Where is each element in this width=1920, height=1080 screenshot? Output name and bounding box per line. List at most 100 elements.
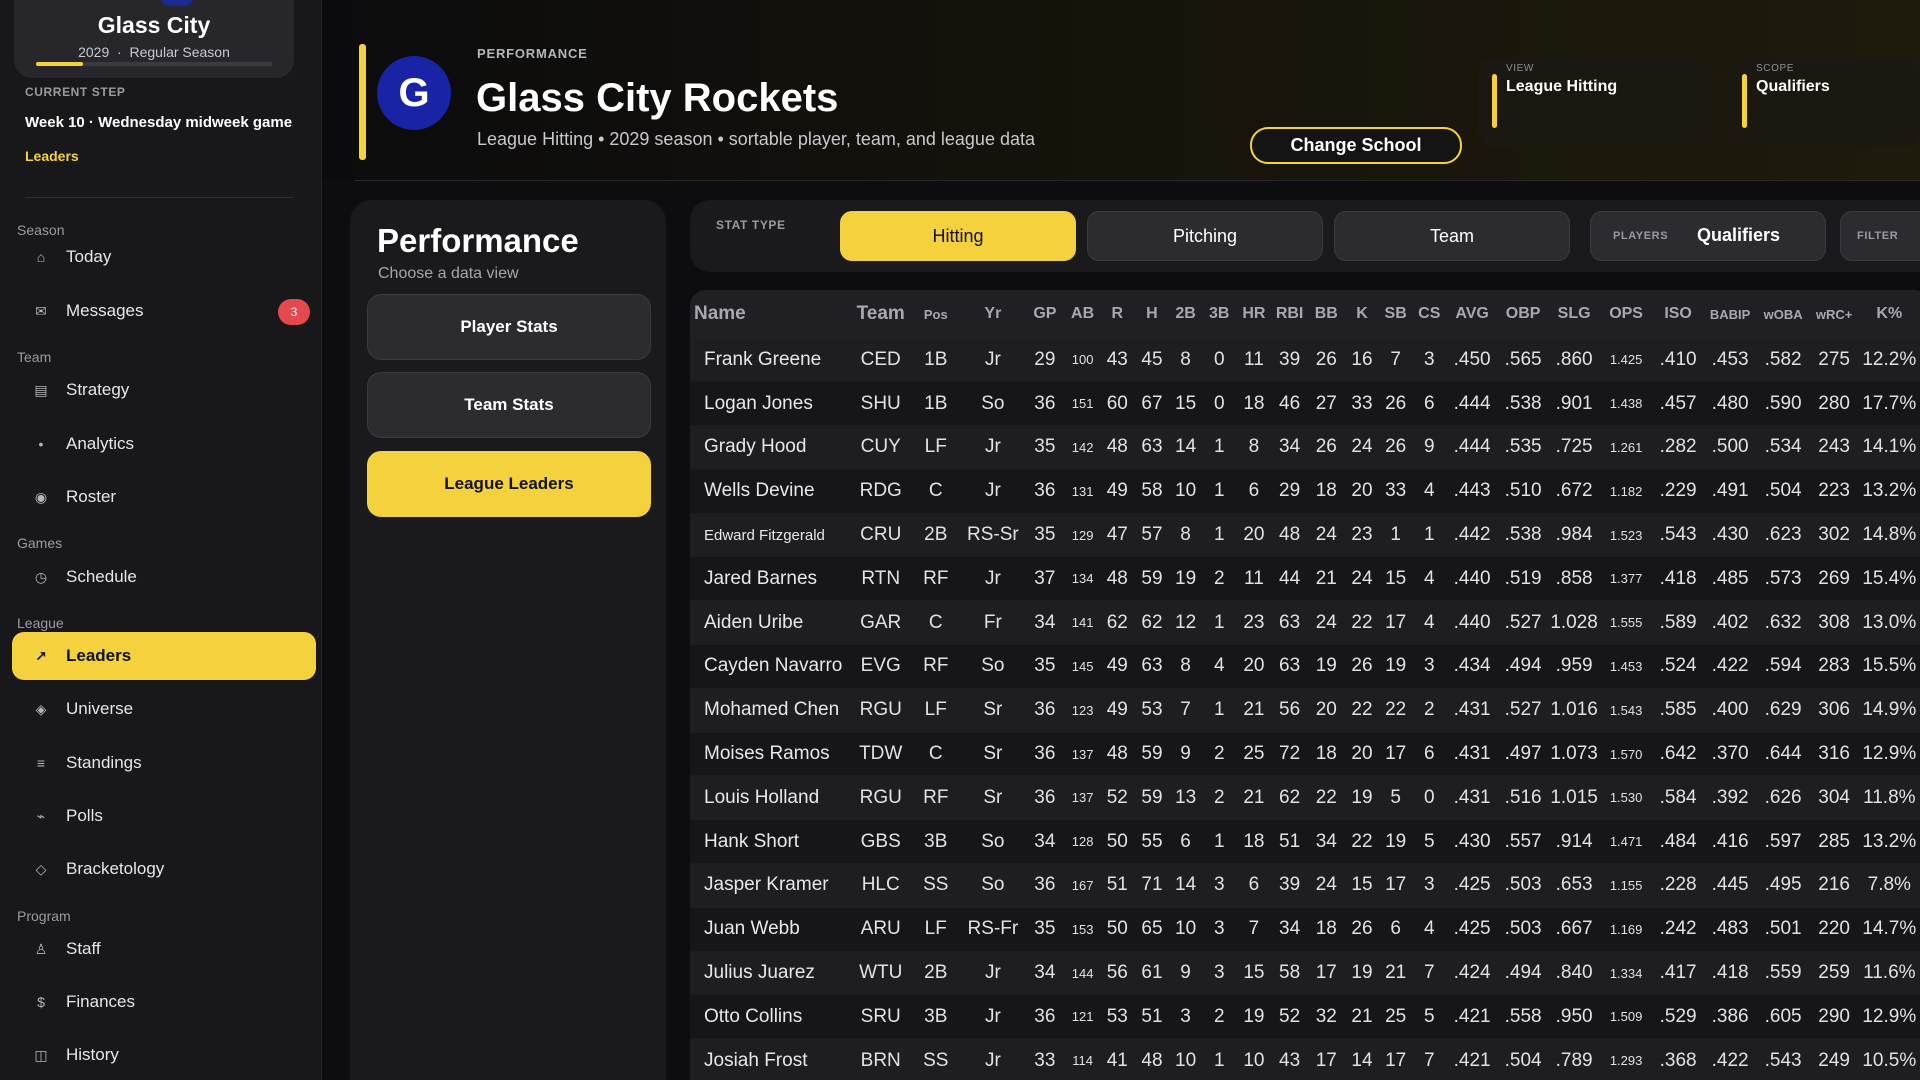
table-row[interactable]: Otto Collins SRU 3B Jr 36 121 53 51 3 2 19 52 32 21 25… <box>690 994 1920 1040</box>
stat-cell-gp: 36 <box>1024 994 1066 1040</box>
player-name-cell[interactable]: Juan Webb <box>690 907 852 952</box>
person-icon: ♙ <box>34 940 48 957</box>
player-name-cell[interactable]: Logan Jones <box>690 381 852 427</box>
column-header-cs[interactable]: CS <box>1411 290 1447 338</box>
column-header-obp[interactable]: OBP <box>1497 290 1549 338</box>
column-header-yr[interactable]: Yr <box>961 290 1025 338</box>
sidebar-item-roster[interactable]: ◉ Roster <box>12 473 316 521</box>
table-row[interactable]: Frank Greene CED 1B Jr 29 100 43 45 8 0 11 39 26 16 7 3… <box>690 338 1920 383</box>
stat-cell-sb: 17 <box>1379 1038 1412 1080</box>
player-name-cell[interactable]: Edward Fitzgerald <box>690 513 852 558</box>
table-row[interactable]: Jared Barnes RTN RF Jr 37 134 48 59 19 2 11 44 21 24 1… <box>690 556 1920 602</box>
league-leaders-button[interactable]: League Leaders <box>367 451 651 517</box>
team-stats-button[interactable]: Team Stats <box>367 372 651 438</box>
player-name-cell[interactable]: Aiden Uribe <box>690 600 852 646</box>
stat-cell-iso: .368 <box>1652 1038 1704 1080</box>
column-header-gp[interactable]: GP <box>1024 290 1066 338</box>
stat-cell-iso: .589 <box>1652 600 1704 646</box>
column-header-k[interactable]: K <box>1344 290 1380 338</box>
player-name-cell[interactable]: Otto Collins <box>690 994 852 1040</box>
stat-cell-pos: 1B <box>910 338 962 383</box>
player-stats-button[interactable]: Player Stats <box>367 294 651 360</box>
table-row[interactable]: Aiden Uribe GAR C Fr 34 141 62 62 12 1 23 63 24 22 17 4… <box>690 600 1920 646</box>
player-name-cell[interactable]: Jasper Kramer <box>690 863 852 908</box>
change-school-button[interactable]: Change School <box>1250 127 1462 164</box>
table-row[interactable]: Juan Webb ARU LF RS-Fr 35 153 50 65 10 3 7 34 18 26 6 4… <box>690 907 1920 952</box>
table-row[interactable]: Edward Fitzgerald CRU 2B RS-Sr 35 129 47 57 8 1 20… <box>690 513 1920 558</box>
column-header-ab[interactable]: AB <box>1065 290 1100 338</box>
sidebar-item-schedule[interactable]: ◷ Schedule <box>12 553 316 601</box>
scope-card[interactable]: SCOPE Qualifiers <box>1728 58 1920 146</box>
player-name-cell[interactable]: Hank Short <box>690 819 852 865</box>
view-card[interactable]: VIEW League Hitting <box>1478 58 1712 146</box>
column-header-ops[interactable]: OPS <box>1599 290 1653 338</box>
stat-cell-r: 48 <box>1099 556 1135 602</box>
player-name-cell[interactable]: Jared Barnes <box>690 556 852 602</box>
player-name-cell[interactable]: Frank Greene <box>690 338 852 383</box>
column-header-avg[interactable]: AVG <box>1446 290 1498 338</box>
table-row[interactable]: Wells Devine RDG C Jr 36 131 49 58 10 1 6 29 18 20 33 4… <box>690 469 1920 514</box>
column-header-hr[interactable]: HR <box>1236 290 1272 338</box>
player-name-cell[interactable]: Grady Hood <box>690 425 852 470</box>
tab-hitting[interactable]: Hitting <box>840 211 1076 261</box>
column-header-name[interactable]: Name <box>690 290 852 338</box>
player-name-cell[interactable]: Louis Holland <box>690 775 852 821</box>
player-name-cell[interactable]: Mohamed Chen <box>690 688 852 733</box>
table-row[interactable]: Logan Jones SHU 1B So 36 151 60 67 15 0 18 46 27 33 26… <box>690 381 1920 427</box>
column-header-k-[interactable]: K% <box>1858 290 1920 338</box>
table-row[interactable]: Josiah Frost BRN SS Jr 33 114 41 48 10 1 10 43 17 14 1… <box>690 1038 1920 1080</box>
page-subtitle: League Hitting • 2029 season • sortable … <box>477 129 1035 149</box>
table-row[interactable]: Jasper Kramer HLC SS So 36 167 51 71 14 3 6 39 24 15 1… <box>690 863 1920 908</box>
sidebar-item-messages[interactable]: ✉ Messages 3 <box>12 287 316 335</box>
column-header-pos[interactable]: Pos <box>910 290 962 338</box>
table-row[interactable]: Grady Hood CUY LF Jr 35 142 48 63 14 1 8 34 26 24 26 9.… <box>690 425 1920 470</box>
players-selector[interactable]: PLAYERS Qualifiers <box>1590 211 1826 261</box>
table-row[interactable]: Mohamed Chen RGU LF Sr 36 123 49 53 7 1 21 56 20 22 22… <box>690 688 1920 733</box>
column-header-babip[interactable]: BABIP <box>1703 290 1757 338</box>
column-header-sb[interactable]: SB <box>1379 290 1412 338</box>
stat-cell-yr: Jr <box>961 556 1025 602</box>
current-step-link[interactable]: Leaders <box>25 148 79 164</box>
player-name-cell[interactable]: Cayden Navarro <box>690 644 852 689</box>
column-header-iso[interactable]: ISO <box>1652 290 1704 338</box>
stat-cell-wrc-: 249 <box>1809 1038 1859 1080</box>
book-icon: ◫ <box>34 1046 48 1063</box>
table-row[interactable]: Moises Ramos TDW C Sr 36 137 48 59 9 2 25 72 18 20 17 6… <box>690 732 1920 777</box>
stat-cell-obp: .503 <box>1497 907 1549 952</box>
player-name-cell[interactable]: Josiah Frost <box>690 1038 852 1080</box>
column-header-2b[interactable]: 2B <box>1169 290 1202 338</box>
sidebar-item-universe[interactable]: ◈ Universe <box>12 685 316 733</box>
column-header-r[interactable]: R <box>1099 290 1135 338</box>
tab-team[interactable]: Team <box>1334 211 1570 261</box>
player-name-cell[interactable]: Julius Juarez <box>690 951 852 996</box>
sidebar-item-staff[interactable]: ♙ Staff <box>12 925 316 973</box>
sidebar-item-today[interactable]: ⌂ Today <box>12 233 316 281</box>
column-header-bb[interactable]: BB <box>1307 290 1345 338</box>
sidebar-item-bracketology[interactable]: ◇ Bracketology <box>12 845 316 893</box>
stat-cell-slg: 1.028 <box>1548 600 1600 646</box>
column-header-wrc-[interactable]: wRC+ <box>1809 290 1859 338</box>
player-name-cell[interactable]: Moises Ramos <box>690 732 852 777</box>
sidebar-item-polls[interactable]: ⌁ Polls <box>12 792 316 840</box>
sidebar-item-history[interactable]: ◫ History <box>12 1031 316 1079</box>
sidebar-item-analytics[interactable]: • Analytics <box>12 420 316 468</box>
column-header-team[interactable]: Team <box>851 290 911 338</box>
column-header-slg[interactable]: SLG <box>1548 290 1600 338</box>
table-row[interactable]: Hank Short GBS 3B So 34 128 50 55 6 1 18 51 34 22 19 5.… <box>690 819 1920 865</box>
sidebar-item-finances[interactable]: $ Finances <box>12 978 316 1026</box>
column-header-woba[interactable]: wOBA <box>1756 290 1810 338</box>
table-row[interactable]: Louis Holland RGU RF Sr 36 137 52 59 13 2 21 62 22 19… <box>690 775 1920 821</box>
sidebar: Glass City 2029 · Regular Season CURRENT… <box>0 0 322 1080</box>
sidebar-item-leaders[interactable]: ↗ Leaders <box>12 632 316 680</box>
sidebar-item-standings[interactable]: ≡ Standings <box>12 739 316 787</box>
column-header-h[interactable]: H <box>1134 290 1170 338</box>
table-row[interactable]: Julius Juarez WTU 2B Jr 34 144 56 61 9 3 15 58 17 19 2… <box>690 951 1920 996</box>
player-name-cell[interactable]: Wells Devine <box>690 469 852 514</box>
filter-selector[interactable]: FILTER <box>1840 211 1920 261</box>
team-card[interactable]: Glass City 2029 · Regular Season <box>14 0 294 78</box>
column-header-3b[interactable]: 3B <box>1201 290 1237 338</box>
sidebar-item-strategy[interactable]: ▤ Strategy <box>12 366 316 414</box>
tab-pitching[interactable]: Pitching <box>1087 211 1323 261</box>
table-row[interactable]: Cayden Navarro EVG RF So 35 145 49 63 8 4 20 63 19 26… <box>690 644 1920 689</box>
column-header-rbi[interactable]: RBI <box>1271 290 1308 338</box>
